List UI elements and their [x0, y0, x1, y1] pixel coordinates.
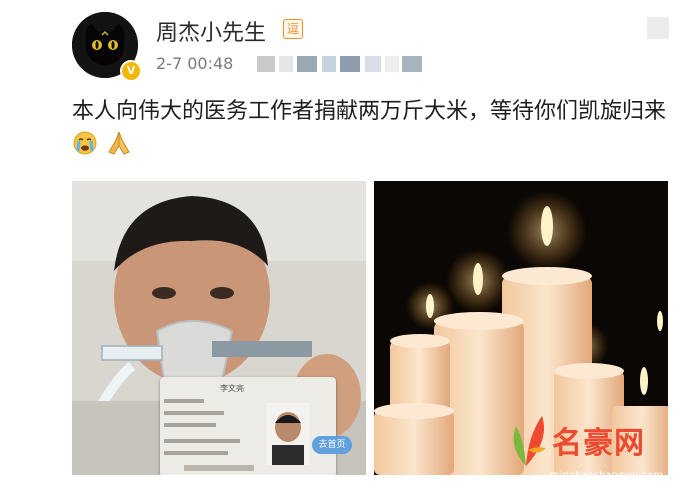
id-card-image: 李文亮 [160, 377, 336, 475]
avatar[interactable]: V [72, 12, 142, 82]
id-card-photo [266, 403, 310, 465]
watermark-url: minghaoshangwu.com [550, 470, 664, 481]
member-badge-icon[interactable]: 逗 [283, 19, 303, 39]
verified-badge-icon: V [120, 60, 142, 82]
post-image-hospital-selfie[interactable]: 李文亮 去首页 [72, 181, 366, 475]
username[interactable]: 周杰小先生 [156, 15, 266, 47]
id-card-name: 李文亮 [220, 384, 244, 393]
post-text: 本人向伟大的医务工作者捐献两万斤大米，等待你们凯旋归来 [72, 99, 667, 124]
post-body: 本人向伟大的医务工作者捐献两万斤大米，等待你们凯旋归来 [72, 94, 672, 168]
praying-hands-icon [105, 130, 133, 168]
post-timestamp: 2-7 00:48 [156, 54, 234, 73]
go-home-tag[interactable]: 去首页 [312, 436, 352, 454]
more-options-icon[interactable] [647, 17, 669, 39]
watermark-name: 名豪网 [552, 426, 645, 461]
crying-face-icon [72, 130, 98, 168]
